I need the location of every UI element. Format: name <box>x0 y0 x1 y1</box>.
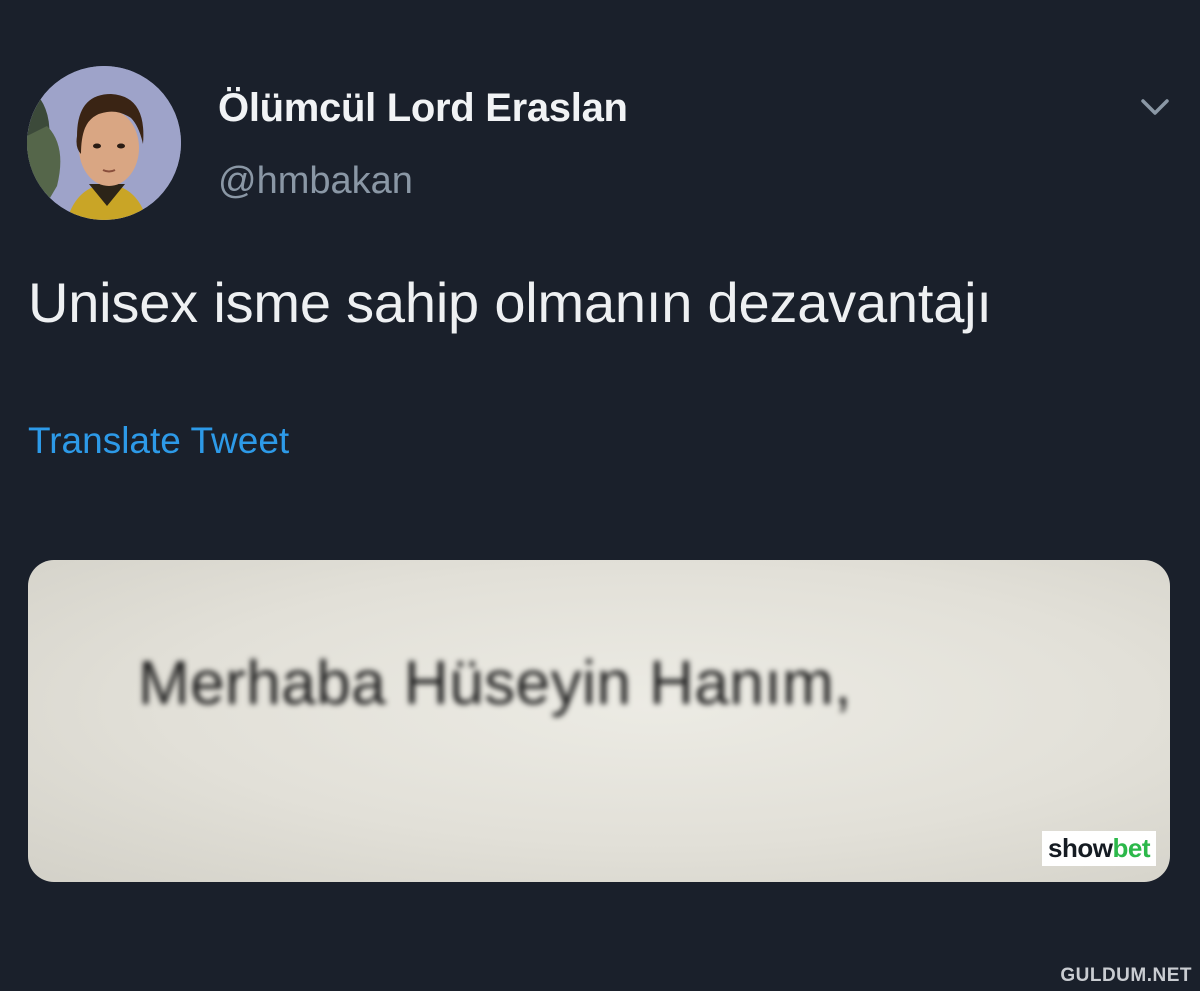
tweet-media-image[interactable]: Merhaba Hüseyin Hanım, showbet <box>28 560 1170 882</box>
avatar[interactable] <box>27 66 181 220</box>
profile-photo <box>27 66 181 220</box>
translate-tweet-link[interactable]: Translate Tweet <box>28 420 289 462</box>
author-display-name[interactable]: Ölümcül Lord Eraslan <box>218 86 628 131</box>
site-watermark: GULDUM.NET <box>1060 965 1192 986</box>
tweet-text: Unisex isme sahip olmanın dezavantajı <box>28 271 992 334</box>
chevron-down-icon[interactable] <box>1138 94 1172 120</box>
media-caption-text: Merhaba Hüseyin Hanım, <box>138 649 852 718</box>
author-handle[interactable]: @hmbakan <box>218 160 413 203</box>
brand-logo-part1: show <box>1048 833 1113 863</box>
brand-logo: showbet <box>1042 831 1156 866</box>
brand-logo-part2: bet <box>1112 833 1151 863</box>
